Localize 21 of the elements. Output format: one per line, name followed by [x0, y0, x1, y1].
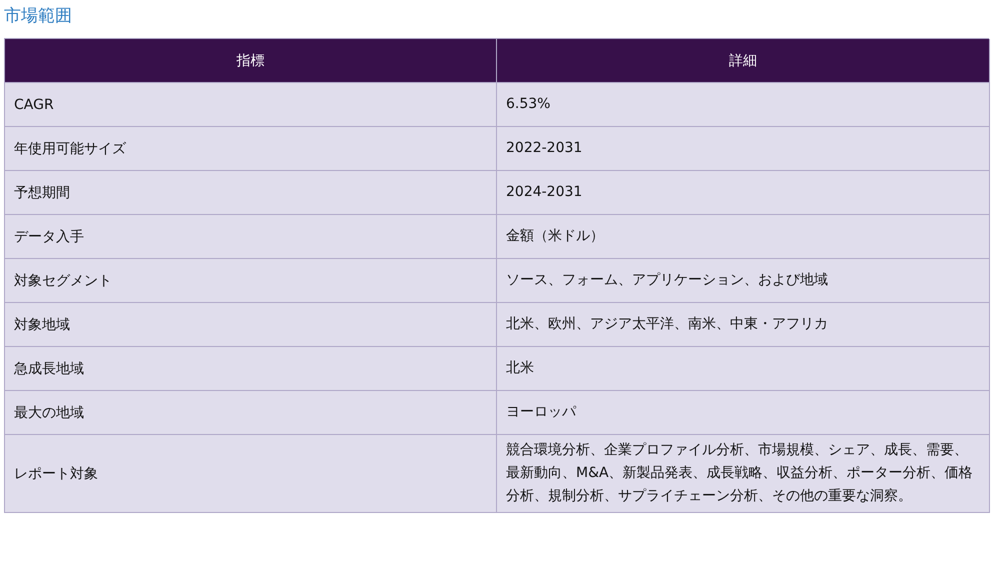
table-cell: 競合環境分析、企業プロファイル分析、市場規模、シェア、成長、需要、最新動向、M&A、新製品発表、成長戦略、収益分析、ポーター分析、価格分析、規制分析、サプライチェーン分析、その他の重要な洞察。: [497, 435, 990, 513]
column-header: 指標: [5, 39, 497, 83]
table-cell: ヨーロッパ: [497, 391, 990, 435]
table-cell: 2024-2031: [497, 171, 990, 215]
table-cell: CAGR: [5, 83, 497, 127]
table-cell: ソース、フォーム、アプリケーション、および地域: [497, 259, 990, 303]
table-cell: 対象セグメント: [5, 259, 497, 303]
table-cell: 予想期間: [5, 171, 497, 215]
table-cell: 年使用可能サイズ: [5, 127, 497, 171]
table-cell: レポート対象: [5, 435, 497, 513]
table-cell: 金額（米ドル）: [497, 215, 990, 259]
section-title: 市場範囲: [4, 5, 73, 28]
table-cell: データ入手: [5, 215, 497, 259]
table-cell: 6.53%: [497, 83, 990, 127]
table-cell: 対象地域: [5, 303, 497, 347]
column-header: 詳細: [497, 39, 990, 83]
table-cell: 北米、欧州、アジア太平洋、南米、中東・アフリカ: [497, 303, 990, 347]
table-cell: 2022-2031: [497, 127, 990, 171]
table-cell: 急成長地域: [5, 347, 497, 391]
table-cell: 最大の地域: [5, 391, 497, 435]
table-cell: 北米: [497, 347, 990, 391]
